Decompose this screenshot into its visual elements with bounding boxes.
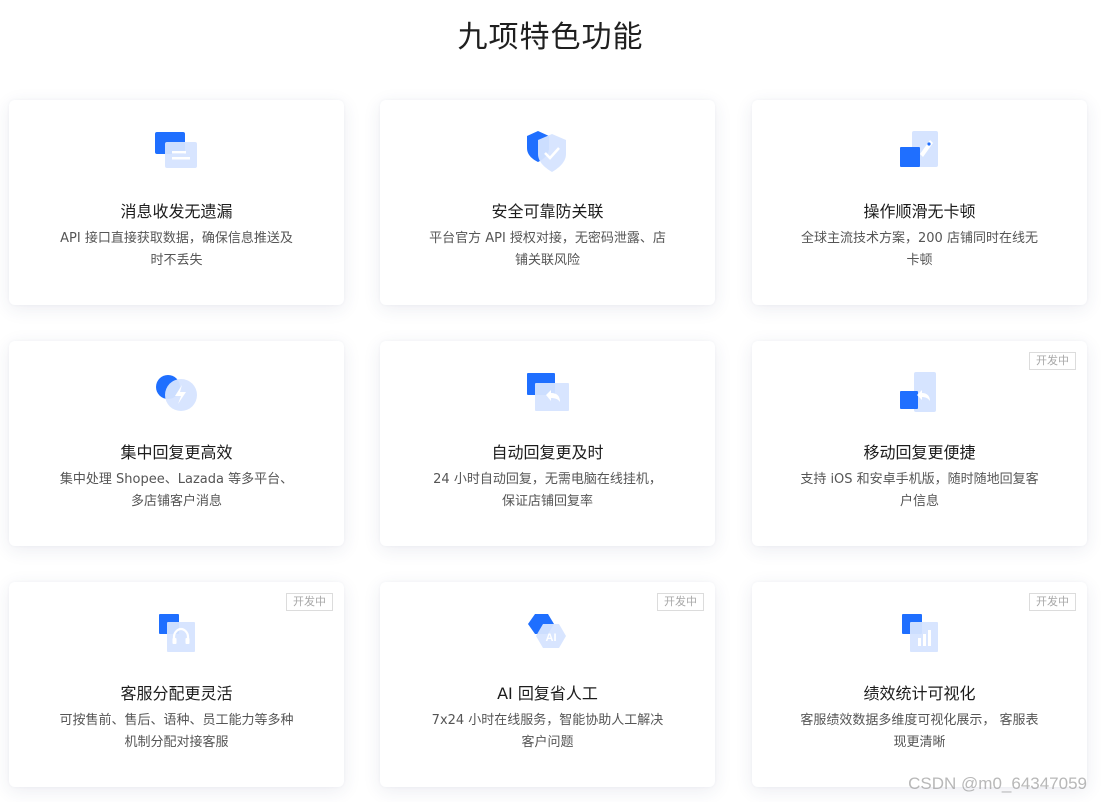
watermark: CSDN @m0_64347059 [908,774,1087,793]
feature-description: 平台官方 API 授权对接，无密码泄露、店铺关联风险 [429,231,666,268]
feature-title: AI 回复省人工 [497,684,598,703]
feature-title: 集中回复更高效 [120,443,233,462]
feature-card-performance-stats[interactable]: 开发中 绩效统计可视化 客服绩效数据多维度可视化展示， 客服表现更清晰 [752,582,1087,787]
status-badge: 开发中 [1029,593,1076,611]
feature-card-mobile-reply[interactable]: 开发中 移动回复更便捷 支持 iOS 和安卓手机版，随时随地回复客户信息 [752,341,1087,546]
feature-description: 7x24 小时在线服务，智能协助人工解决客户问题 [431,713,664,750]
feature-description: API 接口直接获取数据，确保信息推送及时不丢失 [60,231,293,268]
feature-card-ai-reply[interactable]: 开发中 AI AI 回复省人工 7x24 小时在线服务，智能协助人工解决客户问题 [380,582,715,787]
headset-icon [9,612,344,656]
feature-card-security[interactable]: 安全可靠防关联 平台官方 API 授权对接，无密码泄露、店铺关联风险 [380,100,715,305]
feature-card-agent-assignment[interactable]: 开发中 客服分配更灵活 可按售前、售后、语种、员工能力等多种机制分配对接客服 [9,582,344,787]
shield-check-icon [380,130,715,174]
feature-description: 支持 iOS 和安卓手机版，随时随地回复客户信息 [800,472,1039,509]
feature-title: 消息收发无遗漏 [120,202,233,221]
feature-card-message[interactable]: 消息收发无遗漏 API 接口直接获取数据，确保信息推送及时不丢失 [9,100,344,305]
features-grid: 消息收发无遗漏 API 接口直接获取数据，确保信息推送及时不丢失 安全可靠防关联… [0,0,1101,802]
status-badge: 开发中 [286,593,333,611]
feature-description: 集中处理 Shopee、Lazada 等多平台、多店铺客户消息 [59,472,294,509]
feature-title: 操作顺滑无卡顿 [863,202,976,221]
feature-description: 24 小时自动回复，无需电脑在线挂机，保证店铺回复率 [433,472,662,509]
feature-card-performance[interactable]: 操作顺滑无卡顿 全球主流技术方案，200 店铺同时在线无卡顿 [752,100,1087,305]
feature-description: 客服绩效数据多维度可视化展示， 客服表现更清晰 [800,713,1039,750]
feature-description: 可按售前、售后、语种、员工能力等多种机制分配对接客服 [59,713,294,750]
rocket-icon [752,130,1087,174]
feature-title: 移动回复更便捷 [863,443,976,462]
feature-title: 自动回复更及时 [491,443,604,462]
bar-chart-icon [752,612,1087,656]
feature-title: 安全可靠防关联 [491,202,604,221]
svg-text:AI: AI [545,632,556,644]
feature-description: 全球主流技术方案，200 店铺同时在线无卡顿 [801,231,1038,268]
status-badge: 开发中 [657,593,704,611]
auto-reply-icon [380,371,715,415]
feature-card-auto-reply[interactable]: 自动回复更及时 24 小时自动回复，无需电脑在线挂机，保证店铺回复率 [380,341,715,546]
ai-hexagon-icon: AI [380,612,715,656]
mobile-reply-icon [752,371,1087,415]
lightning-circle-icon [9,371,344,415]
feature-card-centralized-reply[interactable]: 集中回复更高效 集中处理 Shopee、Lazada 等多平台、多店铺客户消息 [9,341,344,546]
feature-title: 客服分配更灵活 [120,684,233,703]
feature-title: 绩效统计可视化 [863,684,976,703]
chat-bubbles-icon [9,130,344,174]
status-badge: 开发中 [1029,352,1076,370]
